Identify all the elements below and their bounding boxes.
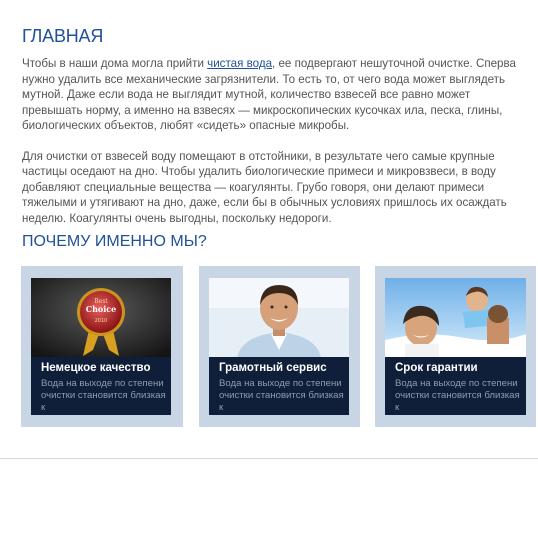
card-caption: Немецкое качество Вода на выходе по степ…: [31, 357, 171, 415]
clean-water-link[interactable]: чистая вода: [207, 57, 272, 70]
quality-badge-image: Best Choice 2010: [31, 278, 171, 358]
page-title: ГЛАВНАЯ: [22, 26, 104, 46]
feature-card-service[interactable]: Грамотный сервис Вода на выходе по степе…: [199, 266, 360, 427]
card-caption: Срок гарантии Вода на выходе по степени …: [385, 357, 526, 415]
card-caption: Грамотный сервис Вода на выходе по степе…: [209, 357, 349, 415]
badge-year-text: 2010: [95, 318, 108, 324]
badge-choice-text: Choice: [86, 304, 117, 314]
why-us-heading: ПОЧЕМУ ИМЕННО МЫ?: [22, 233, 207, 250]
card-text: Вода на выходе по степени очистки станов…: [41, 378, 166, 413]
card-text: Вода на выходе по степени очистки станов…: [395, 378, 520, 413]
feature-card-quality[interactable]: Best Choice 2010 Немецкое качество Вода …: [21, 266, 183, 427]
intro-paragraph-2: Для очистки от взвесей воду помещают в о…: [22, 149, 507, 225]
card-text: Вода на выходе по степени очистки станов…: [219, 378, 344, 413]
para1-start: Чтобы в наши дома могла прийти: [22, 57, 208, 70]
footer-divider: [0, 458, 538, 459]
card-title: Грамотный сервис: [219, 362, 327, 374]
service-man-image: [209, 278, 349, 358]
feature-card-warranty[interactable]: Срок гарантии Вода на выходе по степени …: [375, 266, 536, 427]
intro-text: Чтобы в наши дома могла прийти чистая во…: [22, 56, 522, 241]
family-image: [385, 278, 526, 358]
card-title: Срок гарантии: [395, 362, 478, 374]
intro-paragraph-1: Чтобы в наши дома могла прийти чистая во…: [22, 56, 522, 134]
card-title: Немецкое качество: [41, 362, 151, 374]
